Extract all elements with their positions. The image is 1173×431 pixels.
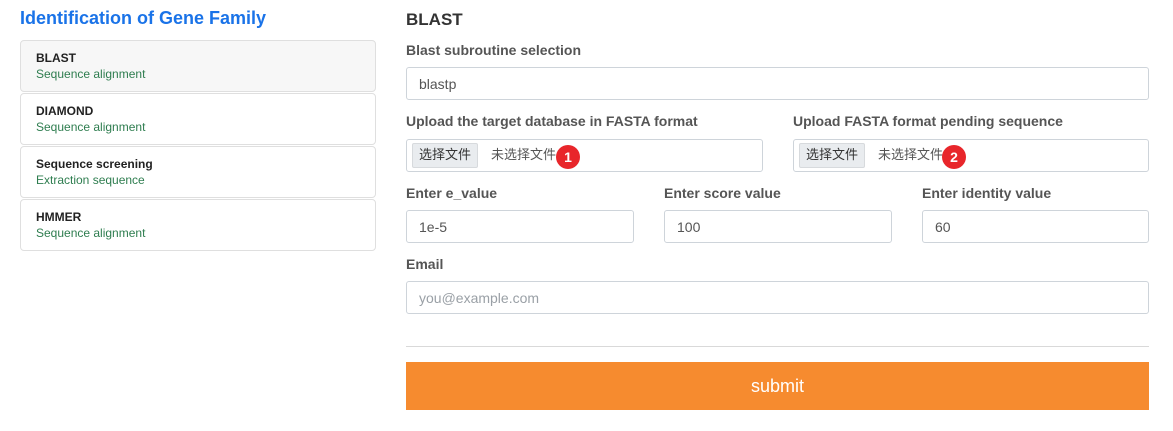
file-status-text: 未选择文件 bbox=[491, 148, 557, 163]
sidebar-item-sequence-screening[interactable]: Sequence screening Extraction sequence bbox=[20, 146, 376, 198]
upload-sequence-label: Upload FASTA format pending sequence bbox=[793, 113, 1063, 129]
sidebar-item-hmmer[interactable]: HMMER Sequence alignment bbox=[20, 199, 376, 251]
annotation-badge: 2 bbox=[942, 145, 966, 169]
choose-file-button[interactable]: 选择文件 bbox=[799, 143, 866, 168]
evalue-input[interactable] bbox=[406, 210, 634, 243]
submit-button[interactable]: submit bbox=[406, 362, 1149, 410]
sidebar-item-subtitle: Sequence alignment bbox=[36, 120, 146, 134]
page-title: BLAST bbox=[406, 10, 463, 29]
identity-input[interactable] bbox=[922, 210, 1149, 243]
sidebar-item-blast[interactable]: BLAST Sequence alignment bbox=[20, 40, 376, 92]
divider bbox=[406, 346, 1149, 347]
sidebar-item-title: Sequence screening bbox=[36, 157, 153, 171]
email-label: Email bbox=[406, 256, 444, 272]
file-status-text: 未选择文件 bbox=[878, 148, 944, 163]
identity-label: Enter identity value bbox=[922, 185, 1052, 201]
score-label: Enter score value bbox=[664, 185, 781, 201]
sidebar-item-subtitle: Sequence alignment bbox=[36, 67, 146, 81]
annotation-badge: 1 bbox=[556, 145, 580, 169]
sidebar-title: Identification of Gene Family bbox=[20, 8, 267, 28]
subroutine-label: Blast subroutine selection bbox=[406, 42, 582, 58]
sidebar-item-subtitle: Sequence alignment bbox=[36, 226, 146, 240]
subroutine-input[interactable] bbox=[406, 67, 1149, 100]
evalue-label: Enter e_value bbox=[406, 185, 498, 201]
blast-form: BLAST Blast subroutine selection Upload … bbox=[406, 0, 1149, 431]
sidebar-item-title: BLAST bbox=[36, 51, 76, 65]
choose-file-button[interactable]: 选择文件 bbox=[412, 143, 479, 168]
score-input[interactable] bbox=[664, 210, 892, 243]
email-field[interactable] bbox=[406, 281, 1149, 314]
sidebar-item-title: DIAMOND bbox=[36, 104, 94, 118]
upload-database-label: Upload the target database in FASTA form… bbox=[406, 113, 698, 129]
upload-sequence-file-input[interactable]: 选择文件 未选择文件 2 bbox=[793, 139, 1149, 172]
sidebar-item-diamond[interactable]: DIAMOND Sequence alignment bbox=[20, 93, 376, 145]
sidebar-item-title: HMMER bbox=[36, 210, 82, 224]
sidebar-menu: BLAST Sequence alignment DIAMOND Sequenc… bbox=[20, 40, 376, 252]
sidebar-item-subtitle: Extraction sequence bbox=[36, 173, 145, 187]
upload-database-file-input[interactable]: 选择文件 未选择文件 1 bbox=[406, 139, 763, 172]
